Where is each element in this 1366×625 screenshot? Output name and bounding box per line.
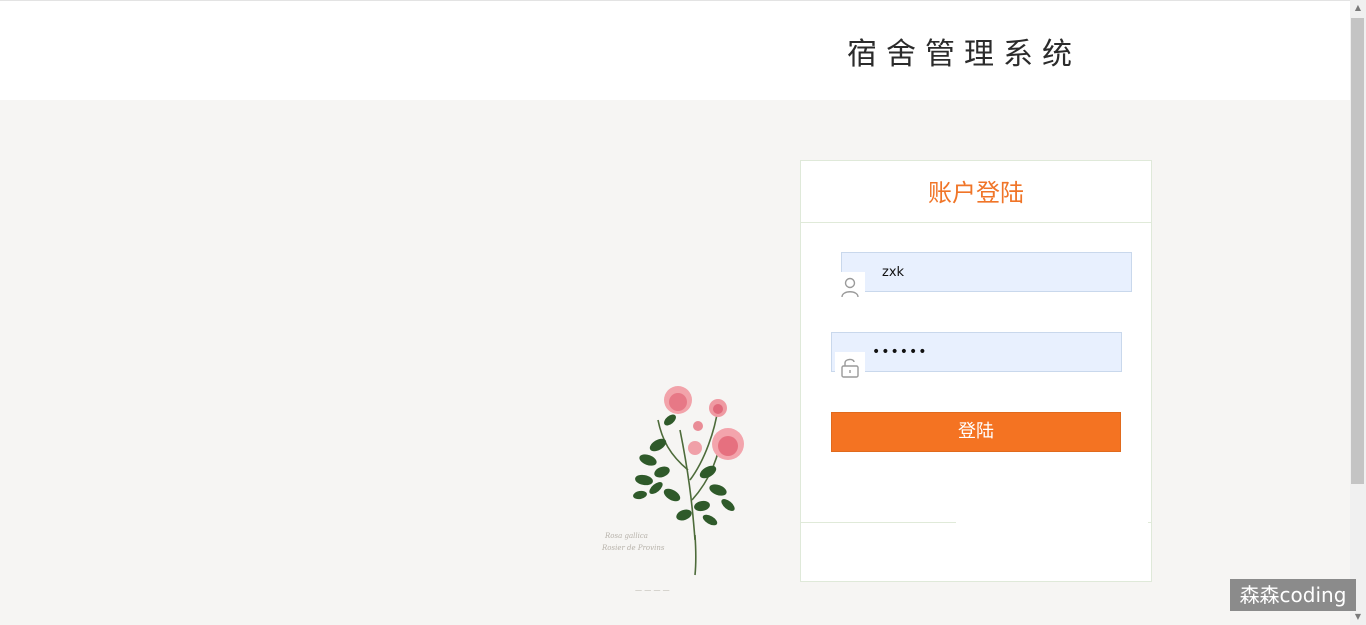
- rose-illustration: Rosa gallica Rosier de Provins — — — —: [601, 386, 744, 594]
- site-title: 宿舍管理系统: [847, 37, 1081, 72]
- lock-icon: [835, 352, 865, 382]
- username-input[interactable]: [842, 253, 1131, 291]
- login-button[interactable]: 登陆: [831, 412, 1121, 452]
- svg-text:Rosier de Provins: Rosier de Provins: [601, 544, 665, 552]
- login-title: 账户登陆: [801, 161, 1151, 223]
- password-input[interactable]: [832, 333, 1121, 371]
- scroll-down-icon[interactable]: ▼: [1350, 609, 1366, 625]
- scrollbar-thumb[interactable]: [1351, 18, 1364, 484]
- svg-text:Rosa gallica: Rosa gallica: [604, 532, 648, 540]
- scroll-up-icon[interactable]: ▲: [1350, 0, 1366, 16]
- svg-text:— — — —: — — — —: [635, 586, 670, 594]
- username-field[interactable]: [841, 252, 1132, 292]
- user-icon: [835, 272, 865, 302]
- watermark: 森森coding: [1230, 579, 1356, 611]
- site-header: 宿舍管理系统: [0, 0, 1350, 100]
- white-patch: [956, 500, 1148, 578]
- login-page: 宿舍管理系统 Rosa gallica Rosier de Provins — …: [0, 0, 1366, 625]
- password-field[interactable]: [831, 332, 1122, 372]
